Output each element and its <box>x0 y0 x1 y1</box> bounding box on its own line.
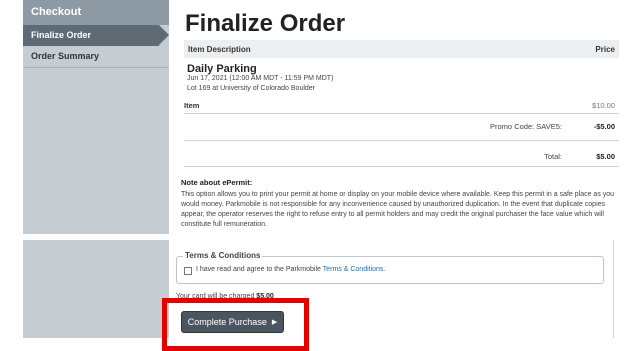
terms-legend: Terms & Conditions <box>183 251 263 260</box>
item-label: Item <box>184 101 200 110</box>
total-label: Total: <box>544 152 562 161</box>
total-value: $5.00 <box>596 152 615 161</box>
sidebar-item-finalize-order[interactable]: Finalize Order <box>23 25 169 46</box>
header-price: Price <box>595 45 615 54</box>
item-price: $10.00 <box>592 101 615 110</box>
sidebar-item-order-summary[interactable]: Order Summary <box>23 46 169 67</box>
sidebar-title: Checkout <box>23 0 169 25</box>
header-item-description: Item Description <box>188 45 251 54</box>
terms-agree-label: I have read and agree to the Parkmobile … <box>196 266 385 273</box>
terms-checkbox[interactable] <box>184 267 192 275</box>
highlight-box <box>162 298 309 351</box>
panel-border <box>613 240 614 338</box>
order-panel: Finalize Order Item Description Price Da… <box>176 0 626 234</box>
sidebar-divider <box>23 67 169 68</box>
sidebar: Checkout Finalize Order Order Summary <box>23 0 169 234</box>
row-divider <box>184 166 619 167</box>
sidebar-lower <box>23 240 169 338</box>
item-dates: Jun 17, 2021 (12:00 AM MDT - 11:59 PM MD… <box>187 75 334 82</box>
page-title: Finalize Order <box>185 10 346 37</box>
promo-label: Promo Code: SAVE5: <box>490 122 562 131</box>
note-body: This option allows you to print your per… <box>181 191 615 228</box>
promo-value: -$5.00 <box>593 122 615 131</box>
row-divider <box>184 113 619 114</box>
item-row: Item $10.00 <box>184 101 619 110</box>
item-location: Lot 169 at University of Colorado Boulde… <box>187 85 316 92</box>
table-header: Item Description Price <box>184 40 619 58</box>
item-name: Daily Parking <box>187 63 257 75</box>
terms-agree-text: I have read and agree to the Parkmobile <box>196 266 323 273</box>
row-divider <box>184 140 619 141</box>
note-title: Note about ePermit: <box>181 178 253 187</box>
terms-link[interactable]: Terms & Conditions. <box>323 266 386 273</box>
